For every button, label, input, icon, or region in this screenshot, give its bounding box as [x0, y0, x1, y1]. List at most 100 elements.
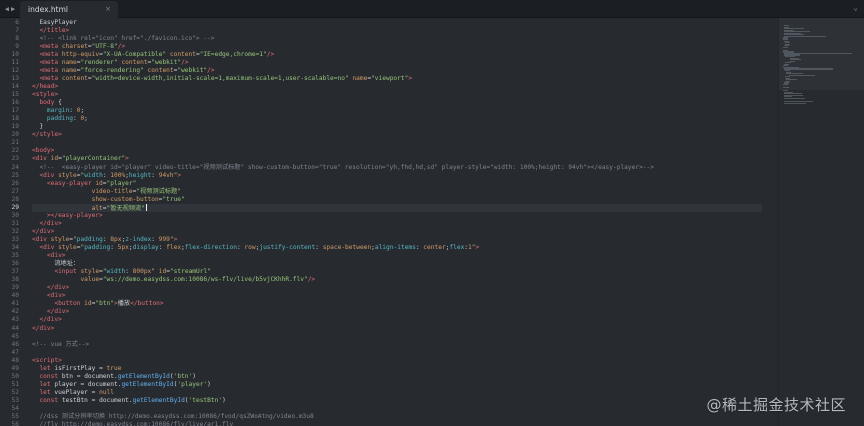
code-line[interactable]: </div>: [32, 220, 61, 228]
code-line[interactable]: const testBtn = document.getElementById(…: [32, 396, 225, 405]
code-token: padding: [46, 115, 73, 123]
code-line[interactable]: value="ws://demo.easydss.com:10086/ws-fl…: [32, 276, 315, 284]
code-token: "player": [106, 179, 137, 187]
code-token: />: [117, 42, 126, 50]
code-line[interactable]: }: [32, 123, 43, 131]
code-editor[interactable]: EasyPlayer </title> <!-- <link rel="icon…: [32, 18, 762, 426]
line-number: 14: [11, 83, 19, 90]
code-token: "ws://demo.easydss.com:10086/ws-flv/live…: [102, 276, 308, 284]
code-line[interactable]: let isFirstPlay = true: [32, 365, 121, 373]
code-token: "true": [162, 195, 185, 203]
code-line[interactable]: const btn = document.getElementById('btn…: [32, 373, 196, 381]
code-line[interactable]: </style>: [32, 131, 62, 139]
code-line[interactable]: </div>: [32, 316, 61, 324]
code-token: <easy-player: [46, 179, 92, 187]
code-line[interactable]: 流地址：: [32, 260, 79, 268]
code-line[interactable]: <div>: [32, 252, 66, 260]
code-line[interactable]: <!-- <easy-player id="player" video-titl…: [32, 164, 654, 172]
code-line[interactable]: <meta name="renderer" content="webkit"/>: [32, 59, 188, 67]
chevron-right-icon[interactable]: ▶: [11, 5, 15, 13]
code-token: content: [58, 74, 88, 82]
code-line[interactable]: alt="暂无视频流": [32, 203, 147, 212]
code-token: getElementById: [132, 396, 185, 404]
code-line[interactable]: margin: 0;: [32, 107, 84, 115]
code-token: name: [348, 74, 368, 82]
code-line[interactable]: </title>: [32, 27, 69, 35]
line-number: 27: [11, 187, 19, 195]
code-line[interactable]: <meta name="force-rendering" content="we…: [32, 67, 214, 75]
code-token: ;: [80, 107, 85, 115]
code-line[interactable]: <div style="width: 100%;height: 94vh">: [32, 172, 181, 180]
code-token: row: [244, 244, 256, 251]
code-token: :: [151, 235, 159, 243]
minimap[interactable]: [778, 18, 864, 426]
code-line[interactable]: <body>: [32, 147, 54, 155]
code-line[interactable]: <div id="playerContainer">: [32, 155, 129, 163]
watermark: @稀土掘金技术社区: [706, 396, 846, 414]
code-line[interactable]: <input style="width: 800px" id="streamUr…: [32, 268, 211, 276]
code-line[interactable]: //flv http://demo.easydss.com:10086/flv/…: [32, 421, 233, 426]
code-token: >: [408, 74, 413, 82]
tab-navigation[interactable]: ◀ ▶: [0, 0, 20, 18]
code-line[interactable]: <style>: [32, 91, 58, 99]
code-token: :: [125, 268, 133, 276]
code-line[interactable]: </div>: [32, 325, 54, 333]
minimap-line: [783, 68, 834, 70]
code-line[interactable]: </div>: [32, 228, 54, 236]
code-token: show-custom-button: [91, 195, 159, 203]
code-line[interactable]: <div style="padding: 5px;display: flex;f…: [32, 244, 479, 252]
code-token: />: [266, 50, 275, 58]
code-token: //dss 测试分辨率切换 http://demo.easydss.com:10…: [39, 413, 314, 421]
code-token: <div>: [46, 292, 66, 300]
code-token: <meta: [39, 74, 59, 82]
code-line[interactable]: show-custom-button="true": [32, 196, 185, 204]
code-token: :: [315, 244, 323, 251]
line-number: 31: [11, 219, 19, 227]
code-line[interactable]: body {: [32, 99, 61, 107]
code-token: </style>: [32, 131, 62, 139]
code-line[interactable]: <easy-player id="player": [32, 180, 136, 188]
code-line[interactable]: <meta http-equiv="X-UA-Compatible" conte…: [32, 51, 274, 59]
code-token: :: [151, 171, 159, 179]
code-line[interactable]: <script>: [32, 357, 62, 365]
code-line[interactable]: ></easy-player>: [32, 212, 103, 220]
code-token: style: [76, 268, 100, 276]
code-token: height: [128, 171, 152, 179]
code-line[interactable]: //dss 测试分辨率切换 http://demo.easydss.com:10…: [32, 413, 314, 421]
code-line[interactable]: <button id="btn">播放</button>: [32, 300, 163, 308]
chevron-left-icon[interactable]: ◀: [5, 5, 9, 13]
code-token: 'btn': [173, 372, 193, 380]
code-line[interactable]: <div style="padding: 8px;z-index: 999">: [32, 236, 177, 244]
code-line[interactable]: </head>: [32, 83, 58, 91]
code-token: <style>: [32, 91, 59, 99]
code-line[interactable]: <meta charset="UTF-8"/>: [32, 43, 125, 51]
code-line[interactable]: let player = document.getElementById('pl…: [32, 380, 210, 389]
code-line[interactable]: video-title="视频测试标题": [32, 188, 181, 196]
code-line[interactable]: padding: 0;: [32, 115, 88, 123]
code-token: />: [307, 276, 316, 284]
code-line[interactable]: <!-- <link rel="icon" href="./favicon.ic…: [32, 35, 214, 43]
menu-icon[interactable]: ⌄: [853, 3, 858, 12]
line-number-gutter: 6 7 8 9 10 11 12 13 14 15 16 17 18 19 20 21 22 23 24 25 26 27…: [0, 18, 22, 426]
line-number: 41: [11, 300, 19, 308]
code-line[interactable]: </div>: [32, 284, 69, 292]
code-token: </title>: [39, 26, 70, 34]
close-icon[interactable]: ×: [105, 5, 111, 13]
tab-index-html[interactable]: index.html ×: [20, 1, 118, 18]
code-line[interactable]: </div>: [32, 308, 69, 316]
code-line[interactable]: let vuePlayer = null: [32, 389, 114, 397]
line-number: 40: [11, 292, 19, 300]
code-line[interactable]: EasyPlayer: [32, 19, 76, 27]
code-token: true: [106, 364, 122, 372]
line-number: 38: [11, 276, 19, 284]
code-token: align-items: [374, 244, 416, 251]
code-token: =: [76, 380, 88, 388]
code-line[interactable]: <meta content="width=device-width,initia…: [32, 75, 412, 83]
code-line[interactable]: <!-- vue 方式-->: [32, 341, 89, 349]
code-token: id: [80, 300, 92, 308]
line-number: 32: [11, 227, 19, 235]
